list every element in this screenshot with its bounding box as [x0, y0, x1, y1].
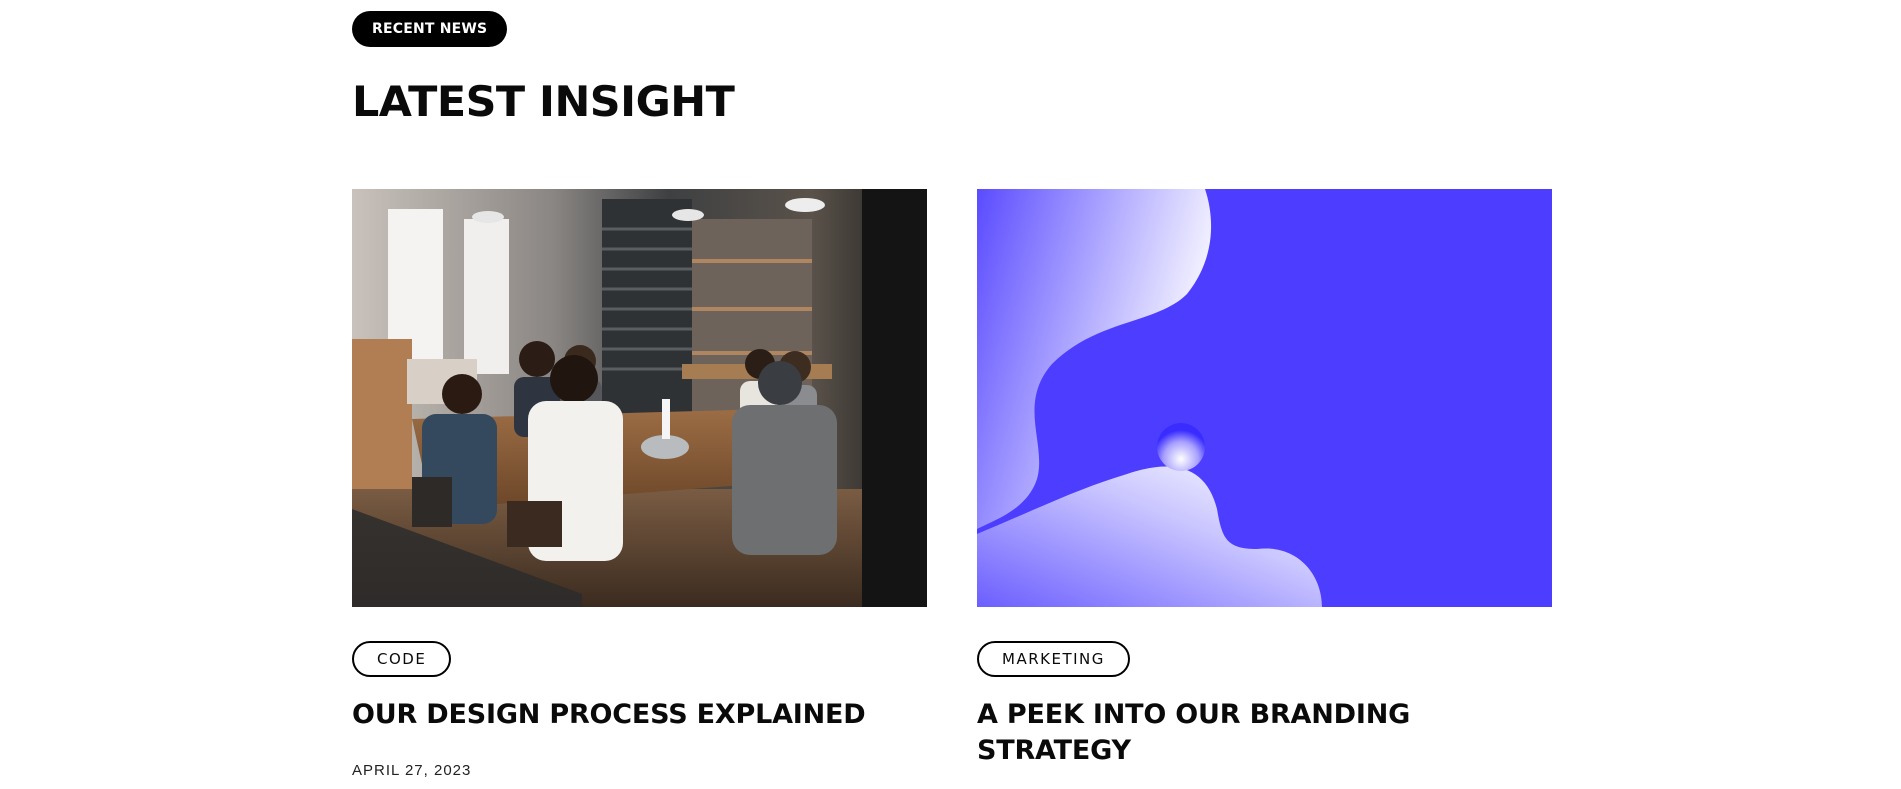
post-title[interactable]: OUR DESIGN PROCESS EXPLAINED: [352, 697, 912, 733]
abstract-blue-wave: [977, 189, 1552, 607]
post-date: APRIL 27, 2023: [352, 762, 472, 779]
latest-insight-section: RECENT NEWS LATEST INSIGHT CODE OUR DESI…: [352, 0, 1552, 779]
recent-news-badge: RECENT NEWS: [352, 11, 508, 47]
post-category-tag[interactable]: MARKETING: [977, 641, 1130, 677]
post-card[interactable]: CODE OUR DESIGN PROCESS EXPLAINED APRIL …: [352, 189, 927, 789]
section-title: LATEST INSIGHT: [352, 77, 735, 126]
post-image-abstract[interactable]: [977, 189, 1552, 607]
post-image-team-meeting[interactable]: [352, 189, 927, 607]
post-category-tag[interactable]: CODE: [352, 641, 452, 677]
team-meeting-photo: [352, 189, 927, 607]
post-title[interactable]: A PEEK INTO OUR BRANDING STRATEGY: [977, 697, 1537, 769]
post-card[interactable]: MARKETING A PEEK INTO OUR BRANDING STRAT…: [977, 189, 1552, 789]
